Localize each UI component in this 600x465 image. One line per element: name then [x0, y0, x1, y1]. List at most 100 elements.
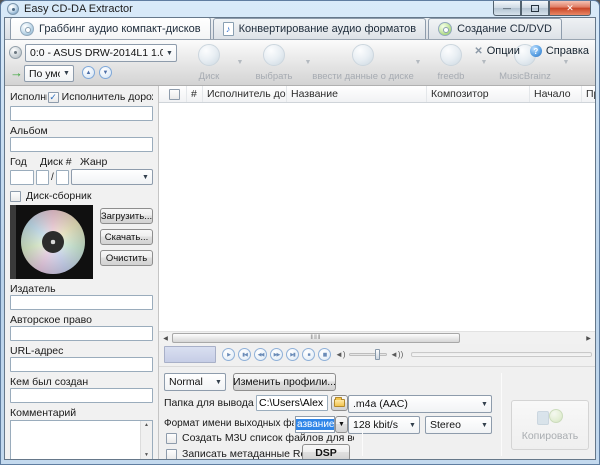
track-artist-checkbox[interactable]: ✓: [48, 92, 59, 103]
chevron-down-icon[interactable]: ▼: [411, 59, 425, 66]
m3u-checkbox-row: Создать M3U список файлов для воспроизве…: [166, 432, 361, 444]
maximize-button[interactable]: [521, 1, 549, 16]
clear-cover-button[interactable]: Очистить: [100, 250, 153, 266]
publisher-input[interactable]: [10, 295, 153, 310]
stop-icon: ■: [307, 352, 309, 358]
year-input[interactable]: [10, 170, 34, 185]
toolbar-right: ✕ Опции ? Справка: [474, 45, 589, 57]
copyright-input[interactable]: [10, 326, 153, 341]
player-prev-button[interactable]: ▮◀: [238, 348, 251, 361]
download-cover-button[interactable]: Скачать...: [100, 229, 153, 245]
track-list[interactable]: [159, 103, 595, 331]
filename-format-dropdown[interactable]: ▼: [335, 416, 348, 433]
metadata-panel: Исполнит ✓ Исполнитель дорожки » Альбом …: [5, 86, 159, 459]
scrollbar-thumb[interactable]: ⦀⦀⦀: [172, 333, 460, 343]
chevron-down-icon: ▼: [60, 70, 73, 77]
player-rewind-button[interactable]: ◀◀: [254, 348, 267, 361]
select-all-header[interactable]: [159, 86, 187, 102]
genre-select[interactable]: ▼: [71, 169, 153, 185]
volume-down-icon[interactable]: ◄): [335, 350, 346, 359]
quick-profile-select[interactable]: По умол ▼: [24, 65, 74, 82]
player-pause-button[interactable]: ▮▮: [318, 348, 331, 361]
copy-button[interactable]: Копировать: [511, 400, 589, 450]
scroll-right-icon[interactable]: ▶: [582, 332, 595, 344]
output-folder-input[interactable]: [256, 395, 328, 411]
title-bar[interactable]: Easy CD-DA Extractor — ✕: [1, 1, 599, 17]
enter-disc-data-label: ввести данные о диске: [312, 71, 413, 82]
tab-cd-creation[interactable]: Создание CD/DVD: [428, 18, 562, 39]
scroll-up-icon[interactable]: ▲: [144, 422, 149, 428]
channels-select[interactable]: Stereo ▼: [425, 416, 492, 434]
artist-label: Исполнит: [10, 91, 47, 103]
column-duration[interactable]: Пр: [582, 86, 595, 102]
cd-rip-icon: [20, 22, 34, 36]
enter-disc-data-button[interactable]: ввести данные о диске: [315, 40, 411, 85]
disc-number-label: Диск #: [40, 156, 80, 168]
comment-label: Комментарий: [10, 407, 153, 419]
disc-total-input[interactable]: [56, 170, 69, 185]
minimize-button[interactable]: —: [493, 1, 521, 16]
album-input[interactable]: [10, 137, 153, 152]
chevron-down-icon[interactable]: ▼: [301, 59, 315, 66]
load-cover-button[interactable]: Загрузить...: [100, 208, 153, 224]
close-button[interactable]: ✕: [549, 1, 591, 16]
select-all-checkbox[interactable]: [169, 89, 180, 100]
column-number[interactable]: #: [187, 86, 203, 102]
comment-scrollbar[interactable]: ▲ ▼: [140, 421, 152, 459]
options-button[interactable]: ✕ Опции: [474, 45, 520, 57]
artist-input[interactable]: [10, 106, 153, 121]
encoded-by-input[interactable]: [10, 388, 153, 403]
tab-cd-ripping[interactable]: Граббинг аудио компакт-дисков: [10, 17, 211, 39]
disc-button[interactable]: Диск: [185, 40, 233, 85]
volume-slider-thumb[interactable]: [375, 349, 380, 360]
options-label: Опции: [487, 45, 520, 57]
volume-up-icon[interactable]: ◄)): [390, 350, 403, 359]
help-label: Справка: [546, 45, 589, 57]
player-next-button[interactable]: ▶▮: [286, 348, 299, 361]
filename-format-input[interactable]: азвание>: [295, 416, 335, 433]
volume-slider[interactable]: [349, 353, 387, 356]
help-button[interactable]: ? Справка: [530, 45, 589, 57]
column-start[interactable]: Начало: [530, 86, 582, 102]
column-title[interactable]: Название: [287, 86, 427, 102]
window-title: Easy CD-DA Extractor: [24, 3, 133, 15]
maximize-icon: [531, 5, 539, 12]
compilation-checkbox[interactable]: [10, 191, 21, 202]
player-forward-button[interactable]: ▶▶: [270, 348, 283, 361]
disc-number-input[interactable]: [36, 170, 49, 185]
profile-select[interactable]: Normal ▼: [164, 373, 226, 391]
dsp-button[interactable]: DSP: [302, 444, 350, 460]
replaygain-checkbox[interactable]: [166, 449, 177, 460]
output-format-select[interactable]: .m4a (AAC) ▼: [348, 395, 492, 413]
player-play-button[interactable]: ▶: [222, 348, 235, 361]
chevron-down-icon[interactable]: ▼: [559, 59, 573, 66]
chevron-down-icon[interactable]: ▼: [477, 59, 491, 66]
eject-button[interactable]: ▲: [82, 66, 95, 79]
browse-folder-button[interactable]: [331, 395, 348, 411]
m3u-checkbox[interactable]: [166, 433, 177, 444]
scroll-down-icon[interactable]: ▼: [144, 452, 149, 458]
select-button[interactable]: выбрать: [247, 40, 301, 85]
tab-label: Граббинг аудио компакт-дисков: [39, 23, 201, 35]
drive-select[interactable]: 0:0 - ASUS DRW-2014L1 1.00 ▼: [25, 44, 177, 62]
chevron-down-icon[interactable]: ▼: [233, 59, 247, 66]
player-stop-button[interactable]: ■: [302, 348, 315, 361]
column-composer[interactable]: Композитор: [427, 86, 530, 102]
output-format-value: .m4a (AAC): [349, 398, 478, 410]
comment-textarea[interactable]: ▲ ▼: [10, 420, 153, 459]
load-tray-button[interactable]: ▼: [99, 66, 112, 79]
freedb-button[interactable]: freedb: [425, 40, 477, 85]
channels-value: Stereo: [426, 419, 478, 431]
tab-audio-conversion[interactable]: ♪ Конвертирование аудио форматов: [213, 18, 426, 39]
encoded-by-label: Кем был создан: [10, 376, 153, 388]
edit-profiles-button[interactable]: Изменить профили...: [233, 373, 336, 391]
genre-label: Жанр: [80, 156, 107, 168]
url-input[interactable]: [10, 357, 153, 372]
seek-bar[interactable]: [411, 352, 592, 357]
scroll-left-icon[interactable]: ◀: [159, 332, 172, 344]
horizontal-scrollbar[interactable]: ◀ ⦀⦀⦀ ▶: [159, 331, 595, 344]
cover-art[interactable]: [10, 205, 93, 279]
client-area: Граббинг аудио компакт-дисков ♪ Конверти…: [4, 17, 596, 460]
help-icon: ?: [530, 45, 542, 57]
column-track-artist[interactable]: Исполнитель дорожки: [203, 86, 287, 102]
